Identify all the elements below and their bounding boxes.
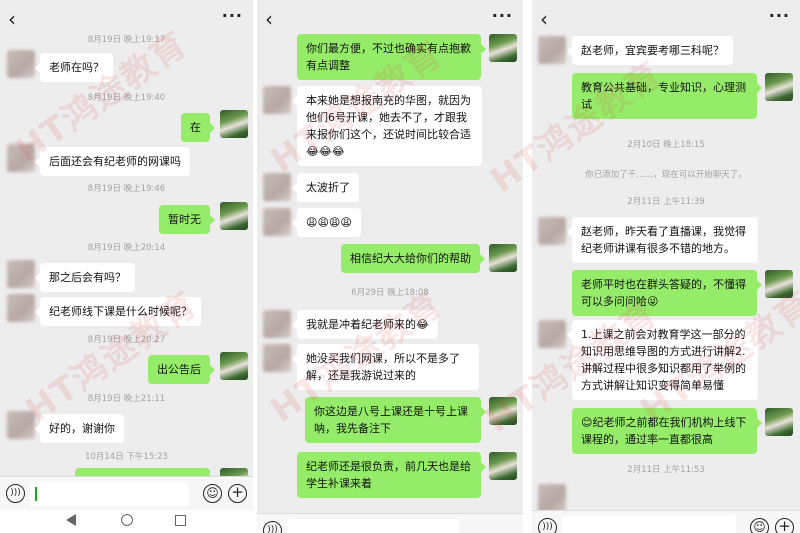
avatar[interactable] (489, 244, 517, 272)
nav-home-icon[interactable] (121, 514, 133, 526)
avatar[interactable] (220, 110, 248, 138)
avatar[interactable] (538, 320, 566, 348)
avatar[interactable] (263, 173, 291, 201)
incoming-message[interactable]: 1.上课之前会对教育学这一部分的知识用思维导图的方式进行讲解2.讲解过程中很多知… (567, 320, 758, 400)
avatar[interactable] (538, 484, 566, 512)
avatar[interactable] (7, 294, 35, 322)
system-notice: 你已添加了千……，现在可以开始聊天了。 (585, 170, 747, 180)
incoming-message[interactable]: 后面还会有纪老师的网课吗 (35, 147, 190, 176)
incoming-message[interactable]: 😩😩😩😩 (292, 208, 361, 237)
avatar[interactable] (489, 397, 517, 425)
incoming-message[interactable]: 那之后会有吗？ (35, 263, 135, 292)
timestamp: 8月19日 晚上19:46 (87, 184, 166, 194)
nav-back-icon[interactable] (66, 514, 76, 526)
back-arrow-icon[interactable]: ‹ (8, 9, 22, 30)
input-bar: ))) ☺ + (532, 510, 800, 533)
timestamp: 8月19日 晚上20:14 (87, 243, 166, 253)
message-input[interactable] (562, 516, 736, 533)
avatar[interactable] (7, 260, 35, 288)
timestamp: 8月19日 晚上19:17 (87, 35, 166, 45)
message-input[interactable] (287, 519, 459, 533)
text-cursor (35, 487, 37, 501)
outgoing-message[interactable]: 😊纪老师之前都在我们机构上线下课程的，通过率一直都很高 (572, 408, 762, 454)
avatar[interactable] (263, 344, 291, 372)
emoji-icon[interactable]: ☺ (203, 484, 222, 503)
timestamp: 8月19日 晚上19:40 (87, 93, 166, 103)
avatar[interactable] (263, 208, 291, 236)
timestamp: 6月29日 晚上18:08 (351, 288, 429, 298)
avatar[interactable] (7, 50, 35, 78)
input-bar: ))) (257, 513, 523, 533)
avatar[interactable] (538, 217, 566, 245)
incoming-message[interactable]: 太波折了 (292, 173, 359, 202)
back-arrow-icon[interactable]: ‹ (540, 9, 554, 30)
avatar[interactable] (765, 270, 793, 298)
incoming-message[interactable]: 纪老师线下课是什么时候呢？ (35, 297, 201, 326)
outgoing-message[interactable]: 你们最方便，不过也确实有点抱歉有点调整 (297, 34, 486, 80)
timestamp: 2月11日 上午11:39 (627, 197, 705, 207)
incoming-message[interactable]: 赵老师，宜宾要考哪三科呢？ (567, 36, 733, 65)
more-options-icon[interactable]: ··· (492, 6, 513, 25)
input-bar: ))) ☺ + (0, 476, 253, 510)
avatar[interactable] (765, 408, 793, 436)
outgoing-message-partial[interactable] (75, 468, 210, 476)
back-arrow-icon[interactable]: ‹ (265, 9, 279, 30)
avatar[interactable] (765, 73, 793, 101)
incoming-message[interactable]: 老师在吗？ (35, 53, 113, 82)
outgoing-message[interactable]: 在 (181, 113, 215, 142)
avatar[interactable] (263, 86, 291, 114)
chat-panel-1: ‹ ··· 8月19日 晚上19:17 老师在吗？ 8月19日 晚上19:40 … (0, 0, 253, 533)
chat-header: ‹ ··· (257, 0, 523, 38)
more-options-icon[interactable]: ··· (222, 6, 243, 25)
emoji-icon[interactable]: ☺ (750, 518, 769, 533)
outgoing-message[interactable]: 相信纪大大给你们的帮助 (341, 244, 485, 273)
avatar[interactable] (489, 452, 517, 480)
avatar[interactable] (7, 144, 35, 172)
outgoing-message[interactable]: 老师平时也在群头答疑的，不懂得可以多问问哈😜 (572, 270, 762, 316)
incoming-message[interactable]: 我就是冲着纪老师来的😂 (292, 310, 438, 339)
incoming-message[interactable]: 她没买我们网课，所以不是多了解，还是我游说过来的 (292, 344, 479, 390)
timestamp: 10月14日 下午15:23 (85, 452, 168, 462)
voice-icon[interactable]: ))) (263, 521, 282, 533)
plus-icon[interactable]: + (775, 518, 794, 533)
avatar[interactable] (220, 352, 248, 380)
timestamp: 8月19日 晚上21:11 (87, 394, 166, 404)
incoming-message[interactable]: 赵老师，昨天看了直播课，我觉得纪老师讲课有很多不错的地方。 (567, 217, 758, 263)
voice-icon[interactable]: ))) (538, 518, 557, 533)
message-input[interactable] (30, 482, 189, 506)
chat-header: ‹ ··· (532, 0, 800, 38)
incoming-message[interactable]: 好的，谢谢你 (35, 414, 124, 443)
incoming-message[interactable]: 本来她是想报南充的华图，就因为他们6号开课，她去不了，才跟我来报你们这个，还说时… (292, 86, 482, 166)
avatar[interactable] (7, 411, 35, 439)
voice-icon[interactable]: ))) (6, 484, 25, 503)
system-nav-bar (0, 510, 253, 533)
chat-panel-3: ‹ ··· 赵老师，宜宾要考哪三科呢？ 教育公共基础，专业知识，心理测试 2月1… (532, 0, 800, 533)
plus-icon[interactable]: + (228, 484, 247, 503)
outgoing-message[interactable]: 纪老师还是很负责，前几天也是给学生补课来着 (297, 452, 486, 498)
avatar[interactable] (538, 36, 566, 64)
avatar[interactable] (263, 310, 291, 338)
outgoing-message[interactable]: 暂时无 (159, 205, 215, 234)
timestamp: 8月19日 晚上20:27 (87, 335, 166, 345)
outgoing-message[interactable]: 出公告后 (148, 355, 215, 384)
timestamp: 2月11日 上午11:53 (627, 465, 705, 475)
avatar[interactable] (489, 34, 517, 62)
avatar[interactable] (220, 202, 248, 230)
outgoing-message[interactable]: 你这边是八号上课还是十号上课呐，我先备注下 (305, 397, 486, 443)
outgoing-message[interactable]: 教育公共基础，专业知识，心理测试 (572, 73, 762, 119)
chat-panel-2: ‹ ··· 你们最方便，不过也确实有点抱歉有点调整 本来她是想报南充的华图，就因… (257, 0, 523, 533)
timestamp: 2月10日 晚上18:15 (627, 140, 705, 150)
nav-recent-apps-icon[interactable] (175, 515, 186, 526)
more-options-icon[interactable]: ··· (769, 6, 790, 25)
